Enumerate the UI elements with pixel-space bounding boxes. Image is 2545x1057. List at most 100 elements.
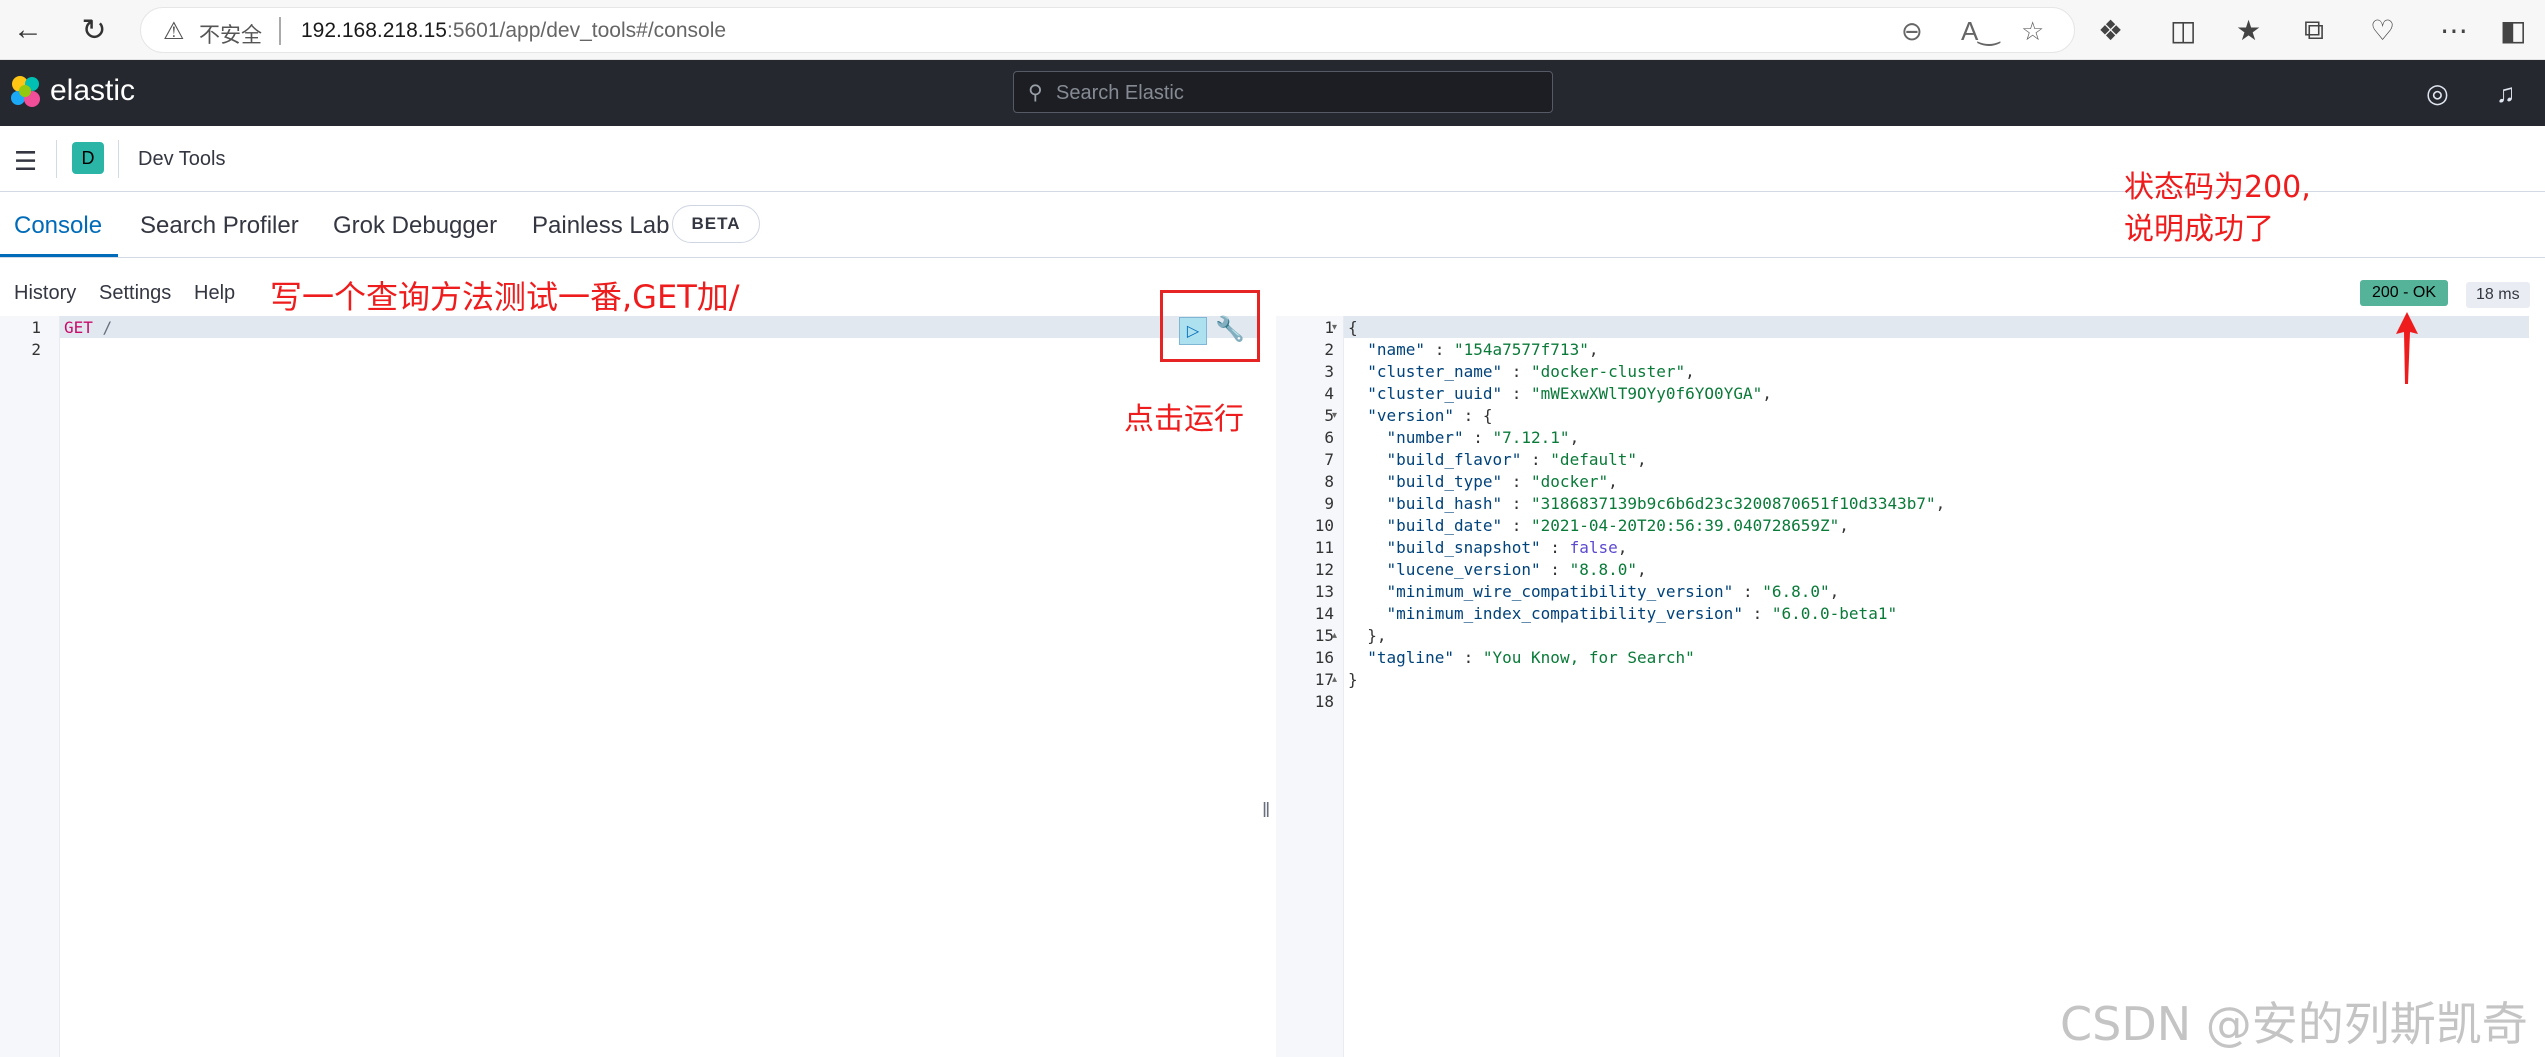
security-label: 不安全 — [199, 24, 262, 47]
watermark: CSDN @安的列斯凯奇 — [2060, 997, 2528, 1051]
response-line: "build_hash" : "3186837139b9c6b6d23c3200… — [1386, 494, 1946, 513]
global-search-input[interactable]: ⚲ Search Elastic — [1013, 71, 1553, 113]
line-number: 7 — [1324, 450, 1334, 469]
space-avatar[interactable]: D — [72, 142, 104, 174]
line-number: 12 — [1314, 560, 1334, 579]
address-bar[interactable]: ⚠ 不安全 192.168.218.15:5601/app/dev_tools#… — [140, 7, 2075, 53]
send-request-button[interactable]: ▷ — [1179, 317, 1207, 345]
search-icon: ⚲ — [1028, 82, 1043, 104]
response-line: "tagline" : "You Know, for Search" — [1367, 648, 1695, 667]
divider — [56, 140, 57, 178]
response-viewer: 1 ▾ 2 3 4 5 ▾ 6 7 8 9 10 11 12 13 14 15 ▴ 16 17 ▴ 18 { "name"… — [1276, 316, 2545, 1057]
more-options-icon[interactable]: ⋯ — [2440, 14, 2468, 47]
tab-grok-debugger[interactable]: Grok Debugger — [333, 212, 497, 240]
annotation-arrow-icon — [2396, 312, 2418, 384]
response-line: "minimum_wire_compatibility_version" : "… — [1386, 582, 1840, 601]
extensions-icon[interactable]: ❖ — [2098, 14, 2123, 47]
line-number: 16 — [1314, 648, 1334, 667]
kibana-header: elastic ⚲ Search Elastic ◎ ♫ — [0, 60, 2545, 126]
response-line: "build_type" : "docker", — [1386, 472, 1618, 491]
elastic-logo-icon[interactable] — [8, 74, 44, 110]
wrench-icon[interactable]: 🔧 — [1215, 315, 1245, 344]
tab-console[interactable]: Console — [14, 212, 102, 240]
url-path: :5601/app/dev_tools#/console — [446, 19, 727, 42]
breadcrumb-dev-tools: Dev Tools — [138, 148, 226, 170]
line-number: 10 — [1314, 516, 1334, 535]
response-line: "lucene_version" : "8.8.0", — [1386, 560, 1647, 579]
active-tab-indicator — [0, 254, 118, 257]
warning-icon: ⚠ — [163, 18, 185, 45]
divider — [118, 140, 119, 178]
beta-badge: BETA — [672, 205, 760, 243]
line-number: 9 — [1324, 494, 1334, 513]
line-number: 2 — [1324, 340, 1334, 359]
annotation-run-hint: 点击运行 — [1124, 402, 1244, 437]
favorite-star-icon[interactable]: ☆ — [2021, 16, 2044, 47]
read-aloud-icon[interactable]: A‿ — [1961, 16, 1999, 47]
back-arrow-icon[interactable]: ← — [10, 12, 46, 48]
help-link[interactable]: Help — [194, 282, 235, 305]
collections-icon[interactable]: ⧉ — [2304, 14, 2324, 47]
browser-toolbar: ← ↻ ⚠ 不安全 192.168.218.15:5601/app/dev_to… — [0, 0, 2545, 60]
response-line: "number" : "7.12.1", — [1386, 428, 1580, 447]
tab-search-profiler[interactable]: Search Profiler — [140, 212, 299, 240]
url-text[interactable]: 192.168.218.15:5601/app/dev_tools#/conso… — [301, 19, 726, 43]
split-screen-icon[interactable]: ◫ — [2170, 14, 2196, 47]
timing-badge: 18 ms — [2466, 282, 2530, 308]
line-number: 5 — [1324, 406, 1334, 425]
annotation-query-hint: 写一个查询方法测试一番,GET加/ — [270, 278, 740, 316]
fold-toggle-icon[interactable]: ▴ — [1332, 630, 1337, 641]
zoom-icon[interactable]: ⊖ — [1901, 16, 1923, 47]
active-line-highlight — [0, 316, 1260, 338]
help-icon[interactable]: ◎ — [2426, 78, 2449, 109]
fold-toggle-icon[interactable]: ▾ — [1332, 322, 1337, 333]
favorites-icon[interactable]: ★ — [2236, 14, 2261, 47]
response-line: "minimum_index_compatibility_version" : … — [1386, 604, 1898, 623]
line-number: 2 — [31, 340, 41, 359]
response-line: "build_flavor" : "default", — [1386, 450, 1647, 469]
response-line: "name" : "154a7577f713", — [1367, 340, 1599, 359]
tab-painless-lab[interactable]: Painless Lab — [532, 212, 669, 240]
response-line: "version" : { — [1367, 406, 1493, 425]
line-number: 18 — [1314, 692, 1334, 711]
response-line: "build_date" : "2021-04-20T20:56:39.0407… — [1386, 516, 1849, 535]
status-badge: 200 - OK — [2360, 280, 2449, 306]
request-editor[interactable]: 1 2 GET / — [0, 316, 1260, 1057]
request-path: / — [102, 318, 113, 337]
brand-name[interactable]: elastic — [50, 74, 135, 108]
line-number: 1 — [31, 318, 41, 337]
fold-toggle-icon[interactable]: ▴ — [1332, 674, 1337, 685]
line-number: 6 — [1324, 428, 1334, 447]
response-line: }, — [1348, 626, 1387, 645]
line-number: 11 — [1314, 538, 1334, 557]
active-line-highlight — [1276, 316, 2529, 338]
pane-resizer[interactable]: ‖ — [1262, 800, 1270, 823]
play-icon: ▷ — [1186, 323, 1200, 340]
line-number: 1 — [1324, 318, 1334, 337]
response-line: "cluster_uuid" : "mWExwXWlT9OYy0f6YO0YGA… — [1367, 384, 1772, 403]
annotation-status-hint-2: 说明成功了 — [2124, 212, 2274, 247]
search-placeholder: Search Elastic — [1056, 82, 1184, 104]
line-number: 15 — [1314, 626, 1334, 645]
annotation-box-run: ▷ 🔧 — [1160, 290, 1260, 362]
line-number: 13 — [1314, 582, 1334, 601]
line-number: 14 — [1314, 604, 1334, 623]
address-separator — [279, 17, 281, 45]
newsfeed-icon[interactable]: ♫ — [2496, 78, 2516, 109]
request-method: GET — [64, 318, 93, 337]
line-number: 3 — [1324, 362, 1334, 381]
request-line[interactable]: GET / — [64, 318, 112, 337]
settings-link[interactable]: Settings — [99, 282, 171, 305]
menu-hamburger-icon[interactable]: ☰ — [14, 146, 37, 177]
refresh-icon[interactable]: ↻ — [76, 12, 112, 48]
response-line: "cluster_name" : "docker-cluster", — [1367, 362, 1695, 381]
line-number: 8 — [1324, 472, 1334, 491]
response-line: "build_snapshot" : false, — [1386, 538, 1628, 557]
line-number: 4 — [1324, 384, 1334, 403]
history-link[interactable]: History — [14, 282, 76, 305]
response-line: { — [1348, 318, 1358, 337]
sidebar-toggle-icon[interactable]: ◧ — [2500, 14, 2526, 47]
browser-essentials-icon[interactable]: ♡ — [2370, 14, 2395, 47]
fold-toggle-icon[interactable]: ▾ — [1332, 410, 1337, 421]
response-line: } — [1348, 670, 1358, 689]
